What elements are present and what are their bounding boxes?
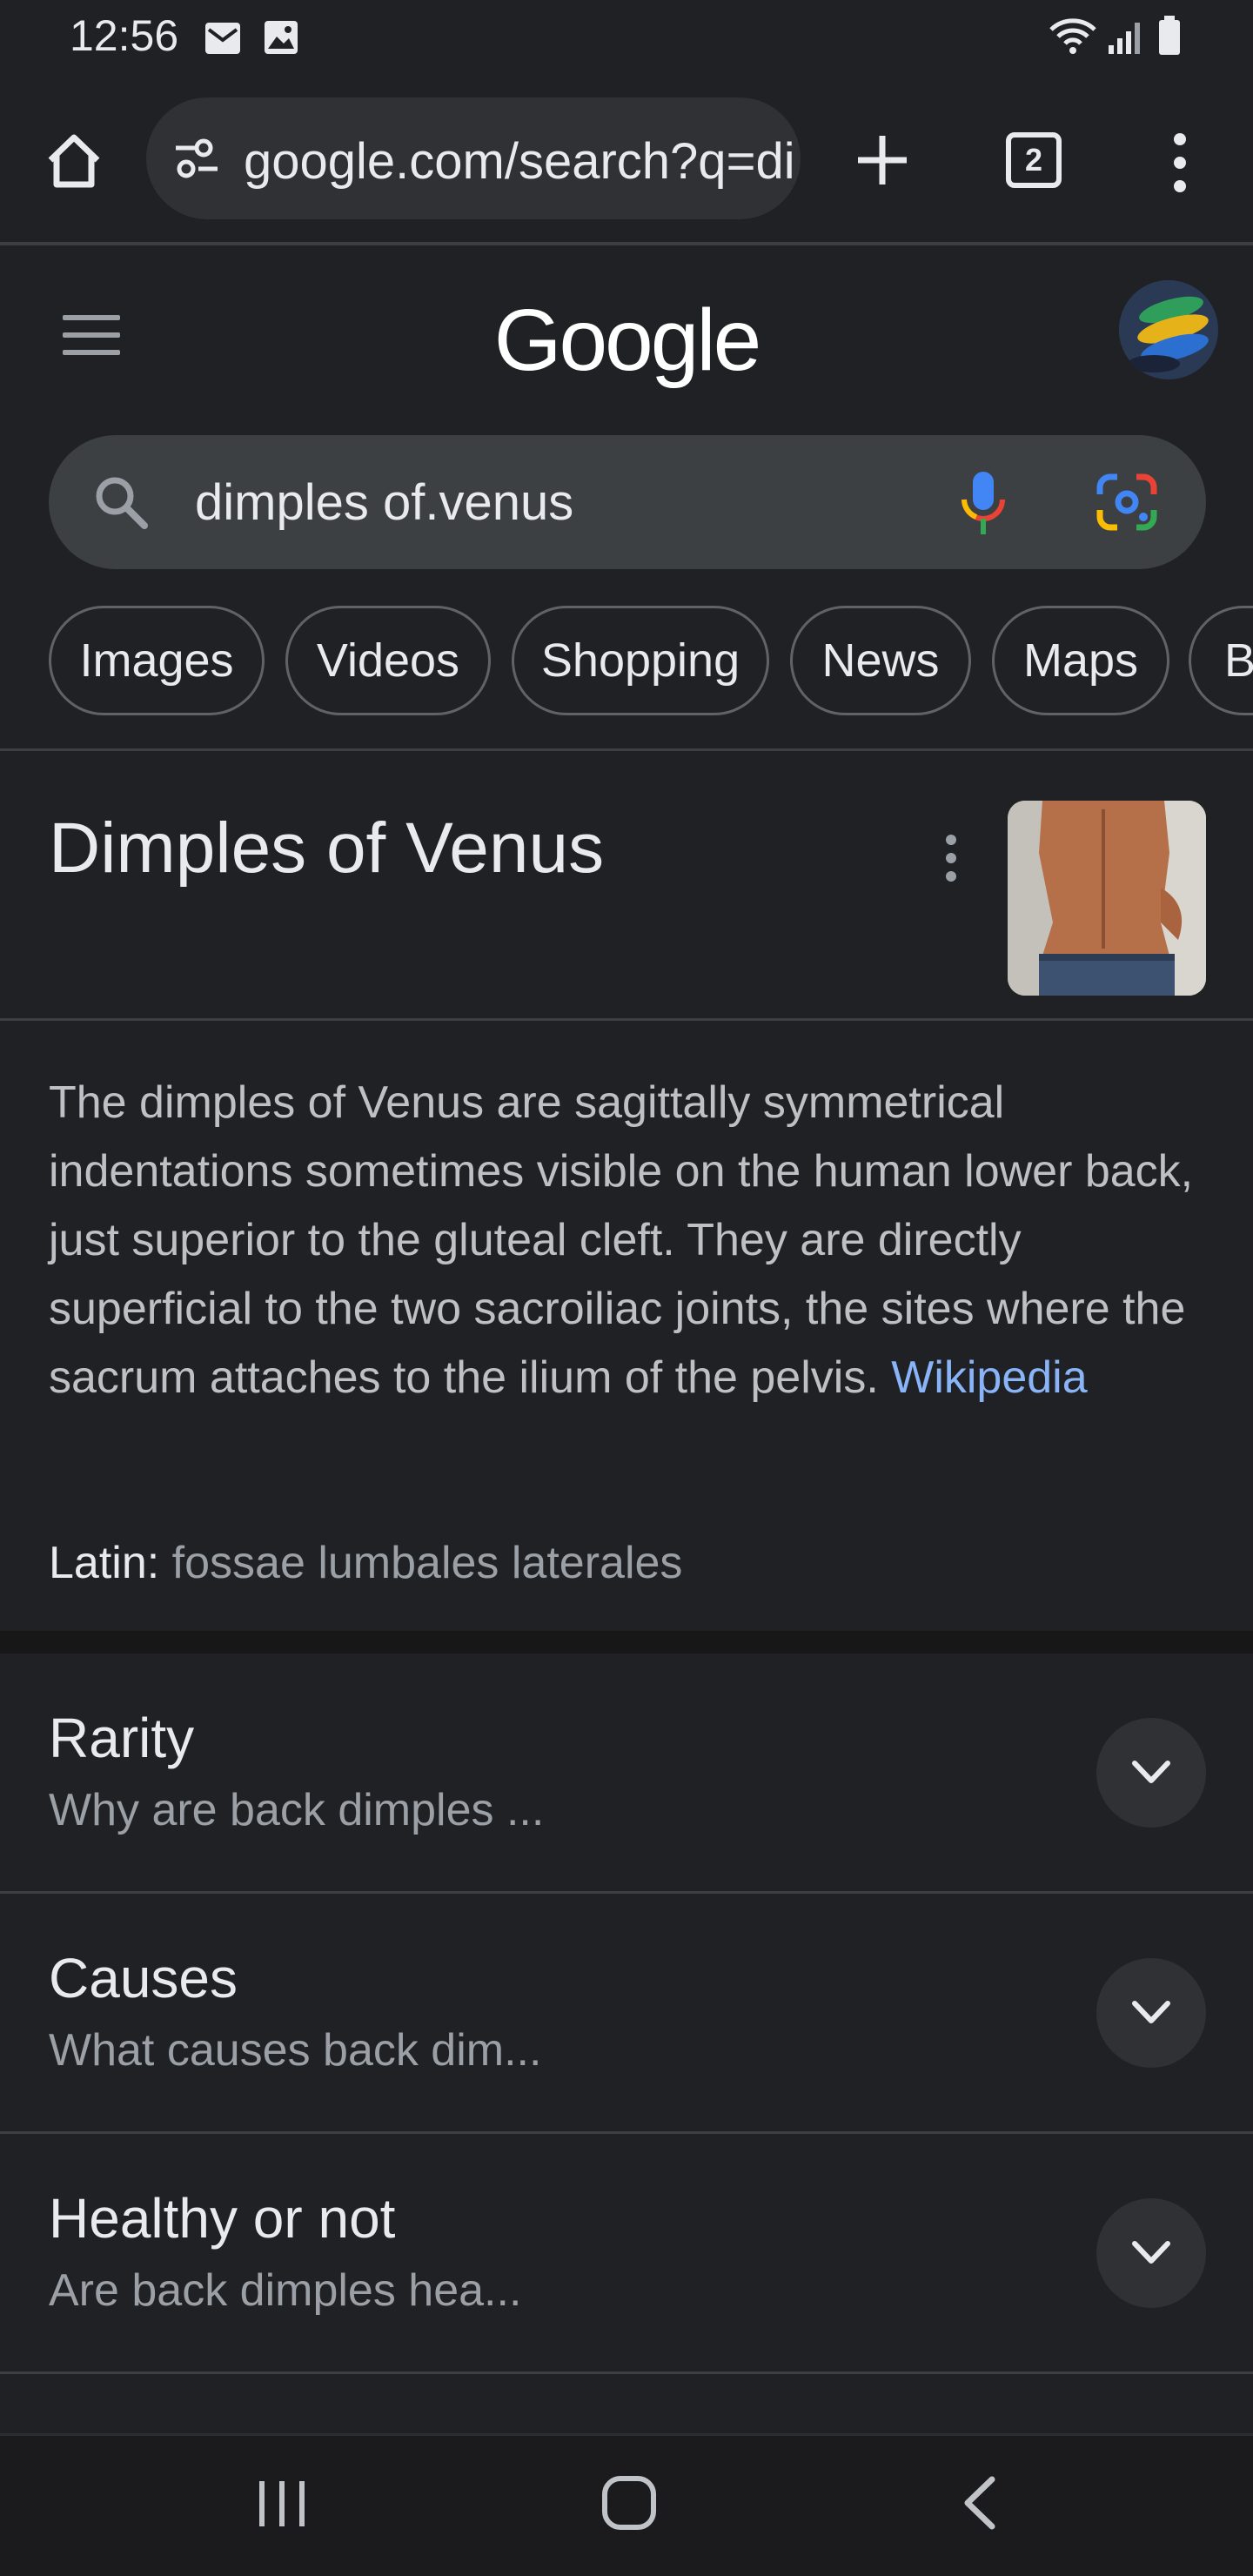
search-input[interactable]: dimples of.venus (195, 473, 573, 532)
search-bar[interactable]: dimples of.venus (49, 435, 1206, 569)
wikipedia-link[interactable]: Wikipedia (891, 1352, 1087, 1403)
home-icon[interactable] (44, 131, 104, 191)
knowledge-panel-title: Dimples of Venus (49, 808, 605, 888)
google-header: Google (0, 249, 1253, 423)
accordion-subtitle: Are back dimples hea... (49, 2265, 522, 2316)
chip-books[interactable]: Books (1189, 606, 1253, 715)
more-options-icon[interactable] (1163, 132, 1197, 193)
microphone-icon[interactable] (959, 470, 1008, 536)
browser-toolbar: google.com/search?q=dimples+of.venus 2 (0, 75, 1253, 245)
address-bar[interactable]: google.com/search?q=dimples+of.venus (146, 97, 801, 219)
accordion-healthy-or-not[interactable]: Healthy or not Are back dimples hea... (0, 2134, 1253, 2374)
expand-button[interactable] (1096, 1958, 1206, 2068)
chip-images[interactable]: Images (49, 606, 265, 715)
accordion-subtitle: Why are back dimples ... (49, 1785, 545, 1835)
back-photo-icon (1008, 801, 1206, 996)
expand-button[interactable] (1096, 2198, 1206, 2308)
new-tab-icon[interactable] (853, 131, 912, 190)
chip-news[interactable]: News (790, 606, 971, 715)
chip-maps[interactable]: Maps (992, 606, 1169, 715)
accordion-causes[interactable]: Causes What causes back dim... (0, 1894, 1253, 2134)
account-avatar[interactable] (1119, 280, 1218, 379)
tab-switcher-button[interactable]: 2 (1006, 132, 1062, 188)
status-time: 12:56 (70, 11, 179, 60)
divider (0, 748, 1253, 751)
signal-icon (1109, 23, 1140, 54)
chip-videos[interactable]: Videos (285, 606, 491, 715)
knowledge-panel-description: The dimples of Venus are sagittally symm… (49, 1069, 1206, 1412)
gallery-notification-icon (265, 21, 298, 54)
chevron-down-icon (1132, 2001, 1170, 2023)
latin-value: fossae lumbales laterales (171, 1538, 683, 1588)
accordion-title: Causes (49, 1947, 238, 2009)
chevron-down-icon (1132, 1761, 1170, 1783)
divider (0, 1018, 1253, 1021)
google-lens-icon[interactable] (1096, 473, 1157, 531)
search-tabs: Images Videos Shopping News Maps Books (0, 606, 1253, 717)
expand-button[interactable] (1096, 1718, 1206, 1828)
recent-apps-icon[interactable] (254, 2478, 310, 2530)
section-divider (0, 1631, 1253, 1654)
accordion-title: Rarity (49, 1707, 195, 1769)
back-icon[interactable] (961, 2474, 999, 2532)
accordion-title: Healthy or not (49, 2187, 396, 2250)
wifi-icon (1049, 18, 1096, 54)
site-settings-icon[interactable] (172, 136, 221, 181)
system-navigation-bar (0, 2433, 1253, 2576)
battery-icon (1159, 16, 1180, 55)
chevron-down-icon (1132, 2241, 1170, 2264)
search-icon (96, 477, 148, 529)
url-text[interactable]: google.com/search?q=dimples+of.venus (244, 132, 792, 191)
latin-name: Latin: fossae lumbales laterales (49, 1537, 682, 1589)
latin-label: Latin: (49, 1538, 160, 1588)
chip-shopping[interactable]: Shopping (512, 606, 769, 715)
avatar-image-icon (1119, 280, 1218, 379)
knowledge-panel-more-icon[interactable] (938, 834, 964, 882)
mail-notification-icon (205, 23, 240, 54)
accordion-subtitle: What causes back dim... (49, 2025, 542, 2076)
home-button-icon[interactable] (600, 2474, 658, 2532)
accordion-rarity[interactable]: Rarity Why are back dimples ... (0, 1654, 1253, 1894)
google-logo[interactable]: Google (0, 291, 1253, 391)
status-bar: 12:56 (0, 0, 1253, 75)
knowledge-panel-image[interactable] (1008, 801, 1206, 996)
